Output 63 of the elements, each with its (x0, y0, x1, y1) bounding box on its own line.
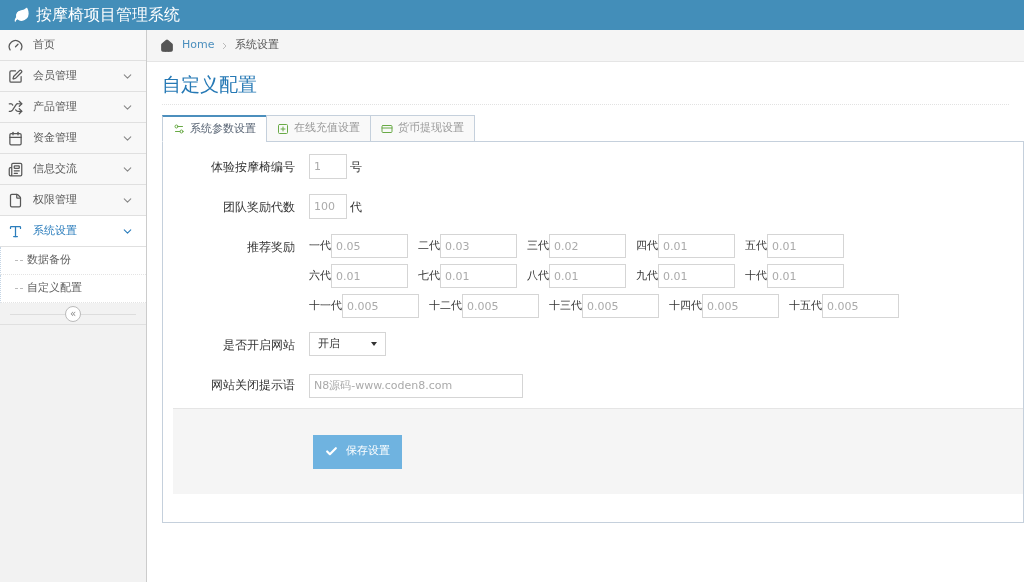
input-field[interactable]: 0.01 (658, 234, 735, 258)
input-field[interactable]: 0.02 (549, 234, 626, 258)
sidebar-item[interactable]: 首页 (0, 30, 146, 61)
level-label: 十四代 (669, 297, 702, 314)
input-field[interactable]: 0.01 (440, 264, 517, 288)
input-field[interactable]: 0.05 (331, 234, 408, 258)
input-field[interactable]: 0.005 (582, 294, 659, 318)
sidebar-item[interactable]: 信息交流 (0, 154, 146, 185)
field-label: 网站关闭提示语 (210, 377, 296, 394)
input-field[interactable]: 0.01 (767, 234, 844, 258)
level-label: 二代 (418, 237, 440, 254)
field-label: 是否开启网站 (222, 337, 296, 354)
input-field[interactable]: 0.005 (342, 294, 419, 318)
dropdown-arrow-icon (371, 342, 377, 346)
breadcrumb-current: 系统设置 (235, 37, 280, 54)
input-field[interactable]: 0.01 (767, 264, 844, 288)
input-field[interactable]: 1 (309, 154, 347, 179)
level-label: 十代 (745, 267, 767, 284)
tree-connector (15, 260, 23, 261)
level-label: 四代 (636, 237, 658, 254)
sidebar-item[interactable]: 权限管理 (0, 185, 146, 216)
level-label: 十一代 (309, 297, 342, 314)
input-field[interactable]: 0.01 (549, 264, 626, 288)
collapse-button[interactable]: « (65, 305, 81, 322)
input-field[interactable]: 0.03 (440, 234, 517, 258)
home-icon (160, 38, 174, 53)
input-field[interactable]: 0.01 (331, 264, 408, 288)
level-label: 十五代 (789, 297, 822, 314)
input-field[interactable]: N8源码-www.coden8.com (309, 373, 523, 398)
submenu-item[interactable]: 数据备份 (27, 252, 71, 269)
select-field[interactable]: 开启 (309, 332, 386, 356)
unit-label: 代 (350, 198, 362, 216)
level-label: 八代 (527, 267, 549, 284)
tree-connector (15, 288, 23, 289)
input-field[interactable]: 0.005 (822, 294, 899, 318)
input-field[interactable]: 100 (309, 194, 347, 219)
leaf-icon (14, 7, 30, 23)
level-label: 七代 (418, 267, 440, 284)
field-label: 体验按摩椅编号 (210, 159, 296, 176)
sidebar-item[interactable]: 会员管理 (0, 61, 146, 92)
plus-square-icon (277, 122, 289, 135)
field-label: 团队奖励代数 (222, 199, 296, 216)
level-label: 五代 (745, 237, 767, 254)
level-label: 六代 (309, 267, 331, 284)
card-icon (381, 122, 393, 135)
app-title: 按摩椅项目管理系统 (36, 4, 180, 26)
check-icon (325, 445, 338, 458)
page-title: 自定义配置 (162, 72, 258, 96)
chevron-right-icon (222, 41, 228, 50)
input-field[interactable]: 0.005 (702, 294, 779, 318)
level-label: 十二代 (429, 297, 462, 314)
tab[interactable]: 系统参数设置 (162, 115, 267, 142)
sidebar-item[interactable]: 资金管理 (0, 123, 146, 154)
level-label: 九代 (636, 267, 658, 284)
sidebar-item[interactable]: 产品管理 (0, 92, 146, 123)
input-field[interactable]: 0.01 (658, 264, 735, 288)
level-label: 一代 (309, 237, 331, 254)
level-label: 三代 (527, 237, 549, 254)
field-label: 推荐奖励 (246, 239, 296, 256)
unit-label: 号 (350, 158, 362, 176)
sidebar-item[interactable]: 系统设置 (0, 216, 146, 247)
input-field[interactable]: 0.005 (462, 294, 539, 318)
level-label: 十三代 (549, 297, 582, 314)
